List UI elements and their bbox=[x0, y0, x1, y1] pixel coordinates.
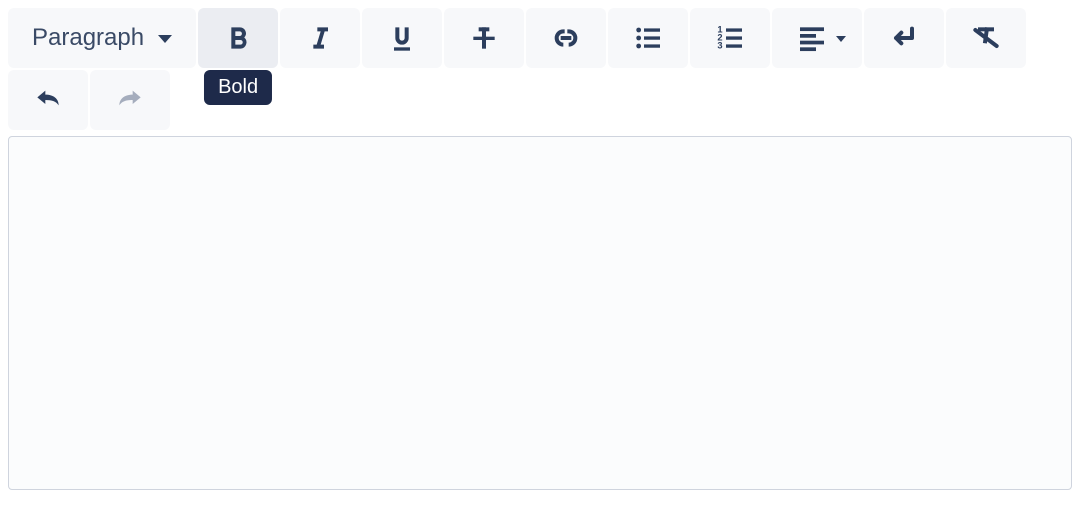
align-button[interactable] bbox=[772, 8, 862, 68]
underline-icon bbox=[386, 22, 418, 54]
link-button[interactable] bbox=[526, 8, 606, 68]
undo-button[interactable] bbox=[8, 70, 88, 130]
italic-icon bbox=[304, 22, 336, 54]
editor-textarea[interactable] bbox=[8, 136, 1072, 490]
clear-formatting-button[interactable] bbox=[946, 8, 1026, 68]
numbered-list-icon: 1 2 3 bbox=[714, 22, 746, 54]
paragraph-style-label: Paragraph bbox=[32, 24, 144, 52]
return-icon bbox=[888, 22, 920, 54]
strikethrough-button[interactable] bbox=[444, 8, 524, 68]
italic-button[interactable] bbox=[280, 8, 360, 68]
undo-icon bbox=[32, 84, 64, 116]
svg-text:3: 3 bbox=[717, 41, 722, 51]
bold-button[interactable]: Bold bbox=[198, 8, 278, 68]
bullet-list-button[interactable] bbox=[608, 8, 688, 68]
strikethrough-icon bbox=[468, 22, 500, 54]
align-icon bbox=[796, 22, 828, 54]
paragraph-style-select[interactable]: Paragraph bbox=[8, 8, 196, 68]
newline-button[interactable] bbox=[864, 8, 944, 68]
clear-format-icon bbox=[970, 22, 1002, 54]
chevron-down-icon bbox=[836, 36, 846, 42]
bold-icon bbox=[222, 22, 254, 54]
editor-toolbar: Paragraph Bold bbox=[8, 8, 1078, 130]
chevron-down-icon bbox=[158, 35, 172, 43]
bullet-list-icon bbox=[632, 22, 664, 54]
redo-button[interactable] bbox=[90, 70, 170, 130]
link-icon bbox=[550, 22, 582, 54]
redo-icon bbox=[114, 84, 146, 116]
bold-tooltip: Bold bbox=[204, 70, 272, 105]
numbered-list-button[interactable]: 1 2 3 bbox=[690, 8, 770, 68]
underline-button[interactable] bbox=[362, 8, 442, 68]
